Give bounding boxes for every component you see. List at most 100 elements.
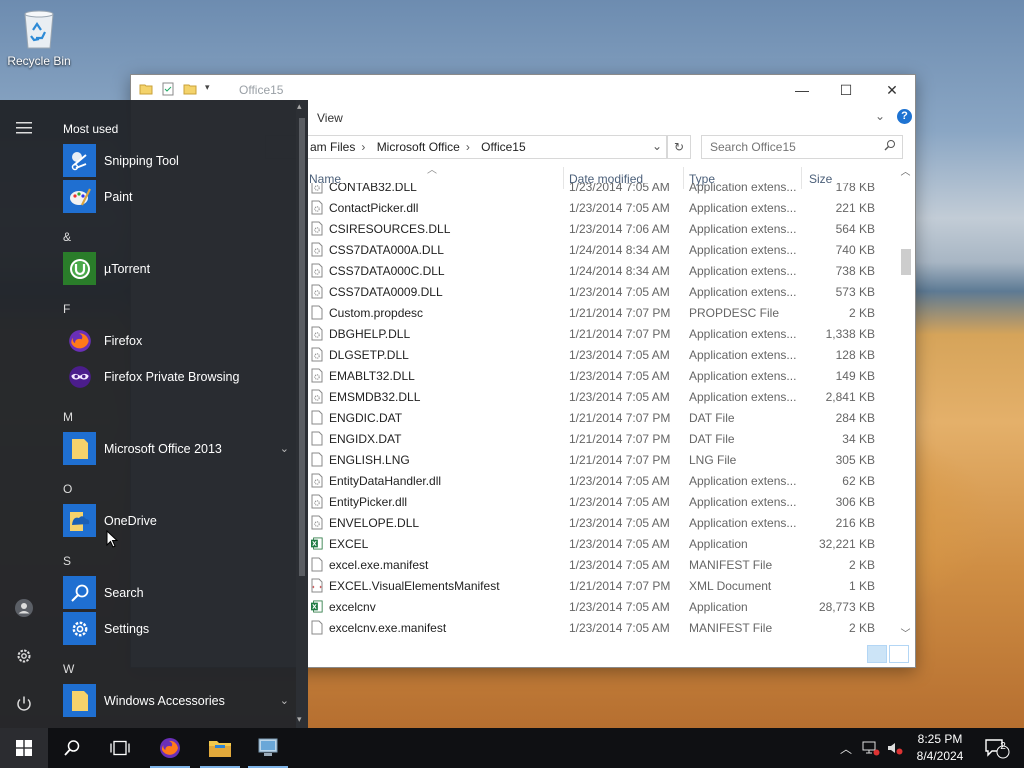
gear-icon (63, 612, 96, 645)
file-row[interactable]: CONTAB32.DLL 1/23/2014 7:05 AM Application… (309, 183, 883, 198)
dll-file-icon (311, 515, 323, 530)
start-menu-scrollbar[interactable]: ▴ ▾ (296, 100, 308, 728)
chevron-down-icon[interactable]: ⌄ (280, 442, 289, 455)
file-row[interactable]: CSS7DATA0009.DLL 1/23/2014 7:05 AM Applica… (309, 282, 883, 303)
file-date: 1/21/2014 7:07 PM (569, 411, 671, 425)
file-row[interactable]: ContactPicker.dll 1/23/2014 7:05 AM Applic… (309, 198, 883, 219)
search-input[interactable] (708, 139, 882, 155)
app-item-windows-accessories[interactable]: Windows Accessories ⌄ (63, 684, 295, 718)
file-row[interactable]: CSS7DATA000A.DLL 1/24/2014 8:34 AM Applica… (309, 240, 883, 261)
close-button[interactable]: ✕ (869, 75, 915, 105)
file-row[interactable]: ENGLISH.LNG 1/21/2014 7:07 PM LNG File 305 … (309, 450, 883, 471)
refresh-button[interactable]: ↻ (667, 135, 691, 159)
app-item-label: Windows Accessories (104, 694, 225, 708)
group-letter-header[interactable]: F (63, 302, 70, 316)
file-row[interactable]: ENGIDX.DAT 1/21/2014 7:07 PM DAT File 34 KB (309, 429, 883, 450)
app-item-label: Snipping Tool (104, 154, 179, 168)
details-view-button[interactable] (867, 645, 887, 663)
show-hidden-icons-button[interactable]: ︿ (836, 728, 856, 768)
file-row[interactable]: EXCEL.VisualElementsManifest 1/21/2014 7:… (309, 576, 883, 597)
taskbar-search-button[interactable] (48, 728, 96, 768)
breadcrumb-item[interactable]: Office15 (481, 140, 525, 154)
folder-icon (63, 432, 96, 465)
group-letter-header[interactable]: & (63, 230, 71, 244)
app-item-search[interactable]: Search (63, 576, 295, 610)
large-icons-view-button[interactable] (889, 645, 909, 663)
mouse-cursor-icon (106, 530, 118, 548)
file-row[interactable]: EMSMDB32.DLL 1/23/2014 7:05 AM Application… (309, 387, 883, 408)
group-letter-header[interactable]: M (63, 410, 73, 424)
app-item-microsoft-office-2013[interactable]: Microsoft Office 2013 ⌄ (63, 432, 295, 466)
address-dropdown-icon[interactable]: ⌄ (652, 139, 662, 153)
vertical-scrollbar[interactable]: ︿ ﹀ (897, 163, 914, 643)
taskbar-file-explorer[interactable] (196, 728, 244, 768)
app-item-paint[interactable]: Paint (63, 180, 295, 214)
power-icon[interactable] (12, 692, 36, 716)
file-row[interactable]: excel.exe.manifest 1/23/2014 7:05 AM MANIF… (309, 555, 883, 576)
breadcrumb-item[interactable]: am Files (310, 140, 355, 154)
volume-muted-icon[interactable] (884, 728, 906, 768)
file-type: Application extens... (689, 390, 797, 404)
ribbon-expand-icon[interactable]: ⌄ (875, 109, 885, 123)
group-letter-header[interactable]: W (63, 662, 74, 676)
file-list: CONTAB32.DLL 1/23/2014 7:05 AM Application… (309, 183, 883, 641)
settings-gear-icon[interactable] (12, 644, 36, 668)
file-row[interactable]: ENVELOPE.DLL 1/23/2014 7:05 AM Application… (309, 513, 883, 534)
chevron-down-icon[interactable]: ⌄ (280, 694, 289, 707)
app-item-snipping-tool[interactable]: Snipping Tool (63, 144, 295, 178)
file-type: Application (689, 600, 748, 614)
file-row[interactable]: EMABLT32.DLL 1/23/2014 7:05 AM Application… (309, 366, 883, 387)
app-item-firefox[interactable]: Firefox (63, 324, 295, 358)
file-name: EXCEL.VisualElementsManifest (329, 579, 500, 593)
dll-file-icon (311, 242, 323, 257)
file-row[interactable]: ENGDIC.DAT 1/21/2014 7:07 PM DAT File 284 K… (309, 408, 883, 429)
user-account-icon[interactable] (12, 596, 36, 620)
file-type: Application extens... (689, 222, 797, 236)
taskbar-remote-app[interactable] (244, 728, 292, 768)
app-item-settings[interactable]: Settings (63, 612, 295, 646)
address-bar[interactable]: am Files › Microsoft Office › Office15 ⌄ (265, 135, 667, 159)
action-center-button[interactable]: 2 (976, 728, 1016, 768)
scroll-down-icon[interactable]: ▾ (297, 714, 302, 725)
file-row[interactable]: EntityPicker.dll 1/23/2014 7:05 AM Applica… (309, 492, 883, 513)
folder-icon[interactable] (139, 82, 153, 96)
file-type: MANIFEST File (689, 621, 773, 635)
properties-icon[interactable] (161, 82, 175, 96)
file-row[interactable]: EXCEL 1/23/2014 7:05 AM Application 32,221 … (309, 534, 883, 555)
hamburger-menu-icon[interactable] (12, 116, 36, 140)
file-row[interactable]: excelcnv.exe.manifest 1/23/2014 7:05 AM MA… (309, 618, 883, 639)
new-folder-icon[interactable] (183, 82, 197, 96)
maximize-button[interactable]: ☐ (823, 75, 869, 105)
minimize-button[interactable]: — (779, 75, 825, 105)
file-row[interactable]: CSS7DATA000C.DLL 1/24/2014 8:34 AM Applica… (309, 261, 883, 282)
clock[interactable]: 8:25 PM 8/4/2024 (908, 731, 972, 765)
breadcrumb-item[interactable]: Microsoft Office (377, 140, 460, 154)
scroll-up-icon[interactable]: ︿ (897, 163, 914, 179)
group-letter-header[interactable]: O (63, 482, 72, 496)
file-size: 306 KB (835, 495, 875, 509)
file-row[interactable]: Custom.propdesc 1/21/2014 7:07 PM PROPDESC… (309, 303, 883, 324)
file-row[interactable]: DBGHELP.DLL 1/21/2014 7:07 PM Application … (309, 324, 883, 345)
file-row[interactable]: excelcnv 1/23/2014 7:05 AM Application 28,7… (309, 597, 883, 618)
file-row[interactable]: DLGSETP.DLL 1/23/2014 7:05 AM Application … (309, 345, 883, 366)
network-icon[interactable] (860, 728, 882, 768)
search-box[interactable] (701, 135, 903, 159)
start-button[interactable] (0, 728, 48, 768)
scroll-down-icon[interactable]: ﹀ (897, 625, 914, 641)
taskbar-firefox[interactable] (146, 728, 194, 768)
chevron-down-icon[interactable]: ▾ (205, 82, 210, 96)
help-icon[interactable]: ? (897, 109, 912, 124)
file-row[interactable]: EntityDataHandler.dll 1/23/2014 7:05 AM Ap… (309, 471, 883, 492)
task-view-button[interactable] (96, 728, 144, 768)
scroll-up-icon[interactable]: ▴ (297, 101, 302, 112)
file-row[interactable]: CSIRESOURCES.DLL 1/23/2014 7:06 AM Applica… (309, 219, 883, 240)
desktop-icon-recycle-bin[interactable]: Recycle Bin (6, 6, 72, 68)
scrollbar-thumb[interactable] (299, 118, 305, 576)
tab-view[interactable]: View (317, 111, 343, 125)
group-letter-header[interactable]: S (63, 554, 71, 568)
search-icon (64, 740, 80, 756)
scrollbar-thumb[interactable] (901, 249, 911, 275)
app-item-firefox-private-browsing[interactable]: Firefox Private Browsing (63, 360, 295, 394)
app-item-onedrive[interactable]: OneDrive (63, 504, 295, 538)
app-item-torrent[interactable]: µTorrent (63, 252, 295, 286)
